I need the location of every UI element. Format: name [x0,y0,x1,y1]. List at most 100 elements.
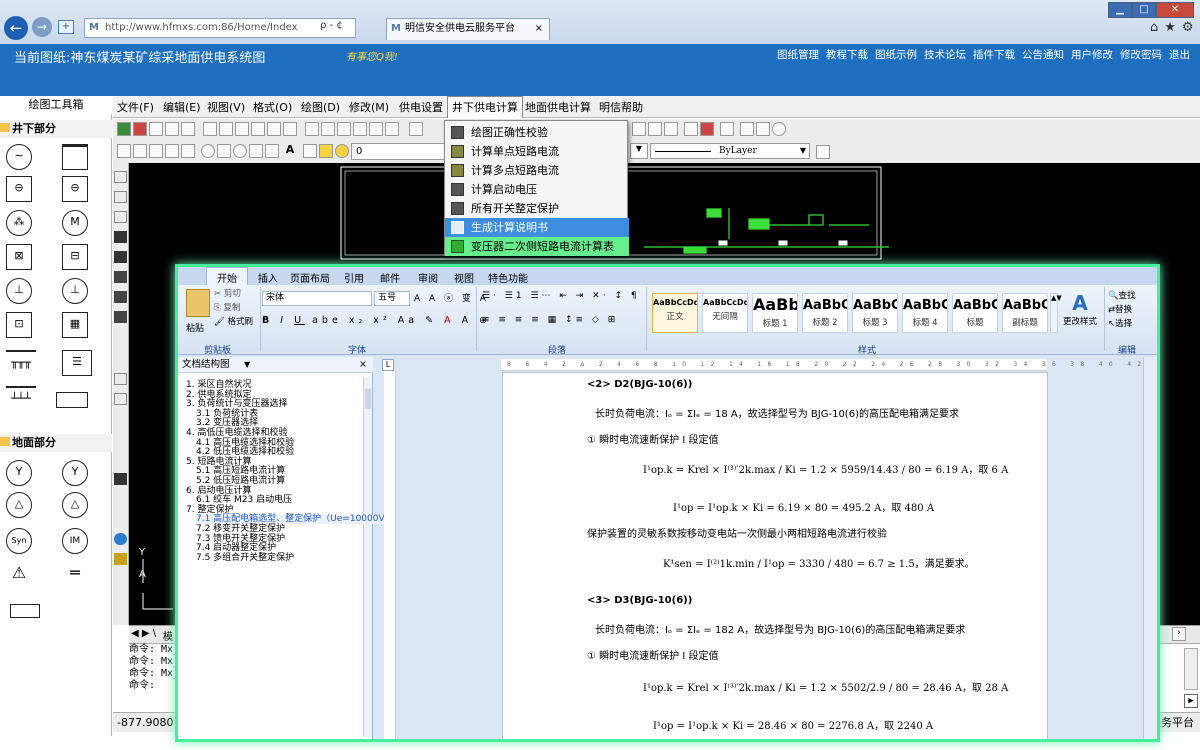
nav-drawing-manage[interactable]: 图纸管理 [777,47,819,62]
syn-motor-icon[interactable]: Syn [6,528,32,554]
line-tool-icon[interactable] [117,144,131,158]
calc-icon[interactable] [114,271,127,283]
find-button[interactable]: 🔍查找 [1108,289,1136,301]
properties-icon[interactable] [305,122,319,136]
explode-icon[interactable] [700,122,714,136]
nav-tech-forum[interactable]: 技术论坛 [924,47,966,62]
styles-scroll[interactable]: ▲▼ [1050,293,1062,333]
word-tab-home[interactable]: 开始 [206,267,248,287]
section-surface[interactable]: 地面部分 [0,434,112,452]
menu-help[interactable]: 明信帮助 [599,99,643,115]
maximize-icon[interactable]: □ [1132,2,1156,18]
motor-m-symbol-icon[interactable]: M [62,210,88,236]
menu-modify[interactable]: 修改(M) [349,99,389,115]
vtool-2-icon[interactable] [114,191,127,203]
check-icon[interactable] [409,122,423,136]
menu-all-switch-protection[interactable]: 所有开关整定保护 [445,199,629,218]
word-tab-view[interactable]: 视图 [454,270,474,285]
word-tab-mailings[interactable]: 邮件 [380,270,400,285]
arrester-symbol-icon[interactable]: ⚠ [6,562,32,588]
doc-map-item[interactable]: 7.5 多组合开关整定保护 [196,553,294,563]
linetype-select[interactable]: ByLayer ▼ [650,143,810,159]
style-subtitle[interactable]: AaBbC 副标题 [1002,293,1048,333]
nav-change-password[interactable]: 修改密码 [1120,47,1162,62]
library-icon[interactable] [114,473,127,485]
nav-plugin-download[interactable]: 插件下载 [973,47,1015,62]
rectangle-tool-icon[interactable] [165,144,179,158]
doc-map-item[interactable]: 7.4 启动器整定保护 [196,544,276,553]
close-window-icon[interactable]: ✕ [1156,2,1194,18]
rectangle-symbol-icon[interactable] [56,392,88,408]
vtool-1-icon[interactable] [114,171,127,183]
menu-underground-calc[interactable]: 井下供电计算 [447,96,523,118]
point-tool-icon[interactable] [265,144,279,158]
ruler-toggle-icon[interactable]: L [382,359,394,371]
word-tab-references[interactable]: 引用 [344,270,364,285]
font-format-icons[interactable]: B I U abe x₂ x² Aa ✎ A A ⊕ [262,315,491,326]
cut-icon[interactable] [149,122,163,136]
polyline-tool-icon[interactable] [133,144,147,158]
print-icon[interactable] [133,122,147,136]
vertical-ruler[interactable] [384,371,396,739]
menu-view[interactable]: 视图(V) [207,99,245,115]
undo-icon[interactable] [165,122,179,136]
switch-symbol-icon[interactable] [62,144,88,170]
users-icon[interactable] [114,553,127,565]
vtool-3-icon[interactable] [114,211,127,223]
menu-format[interactable]: 格式(O) [253,99,292,115]
word-tab-review[interactable]: 审阅 [418,270,438,285]
equals-symbol-icon[interactable]: ═ [62,562,88,588]
menu-transformer-table[interactable]: 变压器二次侧短路电流计算表 [445,237,629,256]
doc-map-item[interactable]: 5.2 低压短路电流计算 [196,477,285,486]
layer-manager-icon[interactable] [303,144,317,158]
list-icons[interactable]: ☰· ☰1 ☰⋯ ⇤ ⇥ ✕· ↕ ¶ [482,291,640,301]
menu-power-settings[interactable]: 供电设置 [399,99,443,115]
extend-icon[interactable] [756,122,770,136]
replace-button[interactable]: ⇄替换 [1108,303,1132,315]
zoom-icon[interactable] [114,373,127,385]
horizontal-ruler[interactable]: 8 6 4 2 ∆ 2 4 6 8 10 12 14 16 18 20 22 2… [501,359,1157,371]
pan-icon[interactable] [251,122,265,136]
layer-icon[interactable] [337,122,351,136]
home-star-gear-icons[interactable]: ⌂★⚙ [1150,20,1200,35]
nav-logout[interactable]: 退出 [1169,47,1190,62]
menu-edit[interactable]: 编辑(E) [163,99,201,115]
style-title[interactable]: AaBbC 标题 [952,293,998,333]
nav-user-edit[interactable]: 用户修改 [1071,47,1113,62]
ac-source-symbol-icon[interactable]: ∼ [6,144,32,170]
forward-arrow-icon[interactable]: → [32,17,52,37]
zoom-out-icon[interactable] [235,122,249,136]
doc-map-item[interactable]: 3. 负荷统计与变压器选择 [186,400,287,409]
font-grow-shrink-icons[interactable]: A A ⓐ 变 A [414,291,489,304]
dim4-icon[interactable] [684,122,698,136]
circle-tool-icon[interactable] [201,144,215,158]
doc-map-item[interactable]: 7.2 移变开关整定保护 [196,525,285,534]
nav-drawing-examples[interactable]: 图纸示例 [875,47,917,62]
style-no-spacing[interactable]: AaBbCcDd 无间隔 [702,293,748,333]
trim-icon[interactable] [740,122,754,136]
busbar-symbol-icon[interactable]: ╥╥╥ [6,350,36,376]
doc-map-close-icon[interactable]: × [359,357,367,373]
style-normal[interactable]: AaBbCcDd 正文 [652,293,698,333]
calc2-icon[interactable] [114,291,127,303]
doc-map-scroll-thumb[interactable] [365,389,371,409]
word-tab-insert[interactable]: 插入 [258,270,278,285]
doc-map-item[interactable]: 4.2 低压电缆选择和校验 [196,448,294,457]
font-name-select[interactable]: 宋体 [262,291,372,306]
combo-switch-icon[interactable]: ☰ [62,350,92,376]
doc-map-item[interactable]: 6.1 绞车 M23 启动电压 [196,496,292,505]
motor-symbol-icon[interactable]: ⁂ [6,210,32,236]
stop-icon[interactable] [772,122,786,136]
zoom-prev-icon[interactable] [283,122,297,136]
style-heading3[interactable]: AaBbC 标题 3 [852,293,898,333]
color-select-arrow[interactable]: ▼ [630,143,648,159]
layer-state-icon[interactable] [319,144,333,158]
browser-tab[interactable]: M 明信安全供电云服务平台 × [386,18,550,40]
dim3-icon[interactable] [664,122,678,136]
lamp2-symbol-icon[interactable]: ⊥ [62,278,88,304]
paste-label[interactable]: 粘贴 [186,321,204,334]
menu-check-drawing[interactable]: 绘图正确性校验 [445,123,629,142]
command-scroll-right-icon[interactable]: ▶ [1184,694,1198,708]
menu-startup-voltage[interactable]: 计算启动电压 [445,180,629,199]
word-tab-layout[interactable]: 页面布局 [290,270,330,285]
